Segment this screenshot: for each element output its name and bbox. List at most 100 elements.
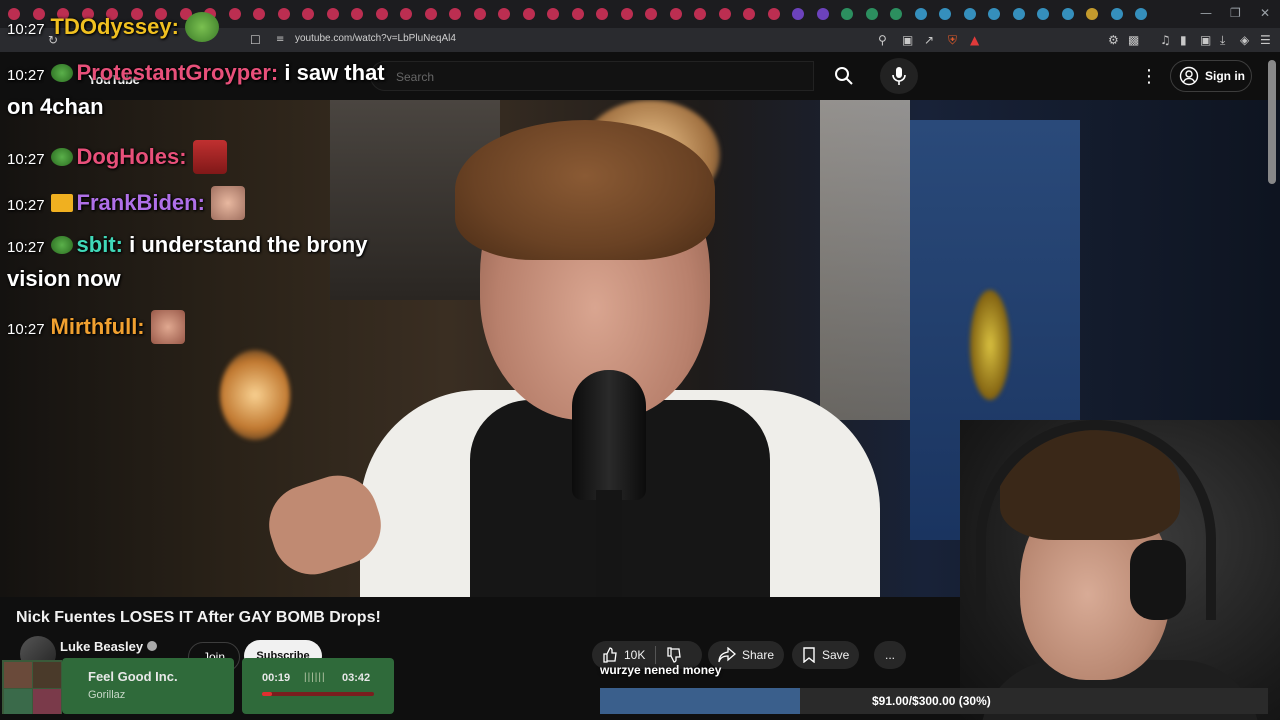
channel-name[interactable]: Luke Beasley xyxy=(60,639,158,654)
browser-tab[interactable] xyxy=(400,8,412,20)
track-duration: 03:42 xyxy=(342,672,371,684)
browser-tab[interactable] xyxy=(498,8,510,20)
downloads-icon[interactable]: ⤓ xyxy=(1220,33,1225,48)
share-page-icon[interactable]: ↗ xyxy=(924,33,934,47)
browser-tab[interactable] xyxy=(473,8,486,20)
microphone-icon xyxy=(892,67,906,85)
browser-tab[interactable] xyxy=(302,8,314,20)
playback-progress-bar xyxy=(262,692,374,696)
vpn-icon[interactable]: ◈ xyxy=(1240,33,1249,47)
close-window-icon[interactable]: ✕ xyxy=(1260,6,1270,20)
browser-tab[interactable] xyxy=(694,8,706,20)
browser-tab[interactable] xyxy=(326,8,339,20)
browser-tab[interactable] xyxy=(988,8,1000,20)
save-label: Save xyxy=(822,648,850,662)
browser-tab[interactable] xyxy=(1086,8,1098,20)
zoom-icon[interactable]: ⚲ xyxy=(878,33,887,47)
browser-tab[interactable] xyxy=(963,8,976,20)
site-settings-icon[interactable]: ≡ xyxy=(276,34,284,45)
browser-tab[interactable] xyxy=(351,8,363,20)
screen: — ❐ ✕ ↻ ☐ ≡ youtube.com/watch?v=LbPluNeq… xyxy=(0,0,1280,720)
pepe-badge-icon xyxy=(50,64,73,82)
verified-icon xyxy=(147,641,158,651)
browser-tab[interactable] xyxy=(596,8,608,20)
crown-badge-icon xyxy=(50,194,73,212)
browser-tab[interactable] xyxy=(620,8,633,20)
chat-username: sbit: xyxy=(76,232,123,257)
brave-shield-icon[interactable]: ⛨ xyxy=(948,33,957,48)
search-button[interactable] xyxy=(818,61,870,91)
save-button[interactable]: Save xyxy=(792,641,860,669)
rewards-icon[interactable]: ▲ xyxy=(970,33,979,47)
browser-tab[interactable] xyxy=(228,8,241,20)
wallet-icon[interactable]: ▣ xyxy=(1200,33,1211,47)
bookmark-icon[interactable]: ☐ xyxy=(250,33,261,47)
browser-tab[interactable] xyxy=(669,8,682,20)
browser-tab[interactable] xyxy=(718,8,731,20)
video-person-hair xyxy=(455,120,715,260)
chat-username: ProtestantGroyper: xyxy=(76,60,279,85)
browser-tab[interactable] xyxy=(1110,8,1123,20)
account-icon xyxy=(1179,66,1199,86)
sidebar-icon[interactable]: ▮ xyxy=(1180,33,1187,47)
voice-search-button[interactable] xyxy=(880,58,918,94)
search-placeholder: Search xyxy=(396,70,435,84)
browser-tab[interactable] xyxy=(939,8,951,20)
browser-tab[interactable] xyxy=(890,8,902,20)
browser-tab[interactable] xyxy=(816,8,829,20)
restore-icon[interactable]: ❐ xyxy=(1230,6,1241,20)
browser-tab[interactable] xyxy=(522,8,535,20)
extensions-icon[interactable]: ⚙ xyxy=(1108,33,1119,47)
page-scrollbar[interactable] xyxy=(1268,60,1276,184)
browser-tab[interactable] xyxy=(449,8,461,20)
browser-tab[interactable] xyxy=(253,8,265,20)
browser-tab[interactable] xyxy=(375,8,388,20)
minimize-icon[interactable]: — xyxy=(1200,6,1212,20)
media-icon[interactable]: ▩ xyxy=(1128,33,1139,47)
browser-tab[interactable] xyxy=(743,8,755,20)
face-emote-icon xyxy=(150,310,185,344)
search-input[interactable]: Search xyxy=(370,61,814,91)
donation-alert: wurzye nened money xyxy=(600,663,722,677)
album-art-tile xyxy=(33,689,61,714)
browser-tab[interactable] xyxy=(1061,8,1074,20)
browser-tab[interactable] xyxy=(1012,8,1025,20)
music-icon[interactable]: ♫ xyxy=(1160,33,1171,47)
browser-tab[interactable] xyxy=(277,8,290,20)
browser-tab[interactable] xyxy=(1135,8,1147,20)
chat-timestamp: 10:27 xyxy=(7,197,45,214)
track-artist: Gorillaz xyxy=(88,689,126,701)
streamer-webcam xyxy=(960,420,1280,720)
more-actions-button[interactable]: ... xyxy=(874,641,906,669)
chat-message: 10:27 DogHoles: xyxy=(7,140,227,174)
browser-tab[interactable] xyxy=(547,8,559,20)
chat-top-line: 10:27 TDOdyssey: xyxy=(7,12,220,42)
chat-username: TDOdyssey: xyxy=(50,14,179,39)
screenshot-icon[interactable]: ▣ xyxy=(902,33,913,47)
browser-tab[interactable] xyxy=(914,8,927,20)
thumbs-up-icon[interactable] xyxy=(602,647,618,663)
browser-tab[interactable] xyxy=(841,8,853,20)
yellow-lamp xyxy=(970,290,1010,400)
chat-message: 10:27 Mirthfull: xyxy=(7,310,185,344)
address-bar[interactable]: youtube.com/watch?v=LbPluNeqAl4 xyxy=(295,33,456,44)
browser-tab[interactable] xyxy=(424,8,437,20)
chat-text-continuation: on 4chan xyxy=(7,94,104,119)
face-emote-icon xyxy=(210,186,245,220)
chat-text: i understand the brony xyxy=(129,232,368,257)
thumbs-down-icon[interactable] xyxy=(666,647,682,663)
browser-tab[interactable] xyxy=(1037,8,1049,20)
channel-name-text: Luke Beasley xyxy=(60,639,144,654)
settings-more-icon[interactable]: ⋮ xyxy=(1140,66,1158,87)
browser-tab[interactable] xyxy=(767,8,780,20)
browser-tab[interactable] xyxy=(865,8,878,20)
browser-tab[interactable] xyxy=(792,8,804,20)
like-count[interactable]: 10K xyxy=(624,648,645,662)
track-title: Feel Good Inc. xyxy=(88,669,178,684)
menu-icon[interactable]: ☰ xyxy=(1260,33,1271,47)
video-microphone-stand xyxy=(596,490,622,597)
sign-in-button[interactable]: Sign in xyxy=(1170,60,1252,92)
chat-timestamp: 10:27 xyxy=(7,67,45,84)
browser-tab[interactable] xyxy=(571,8,584,20)
browser-tab[interactable] xyxy=(645,8,657,20)
